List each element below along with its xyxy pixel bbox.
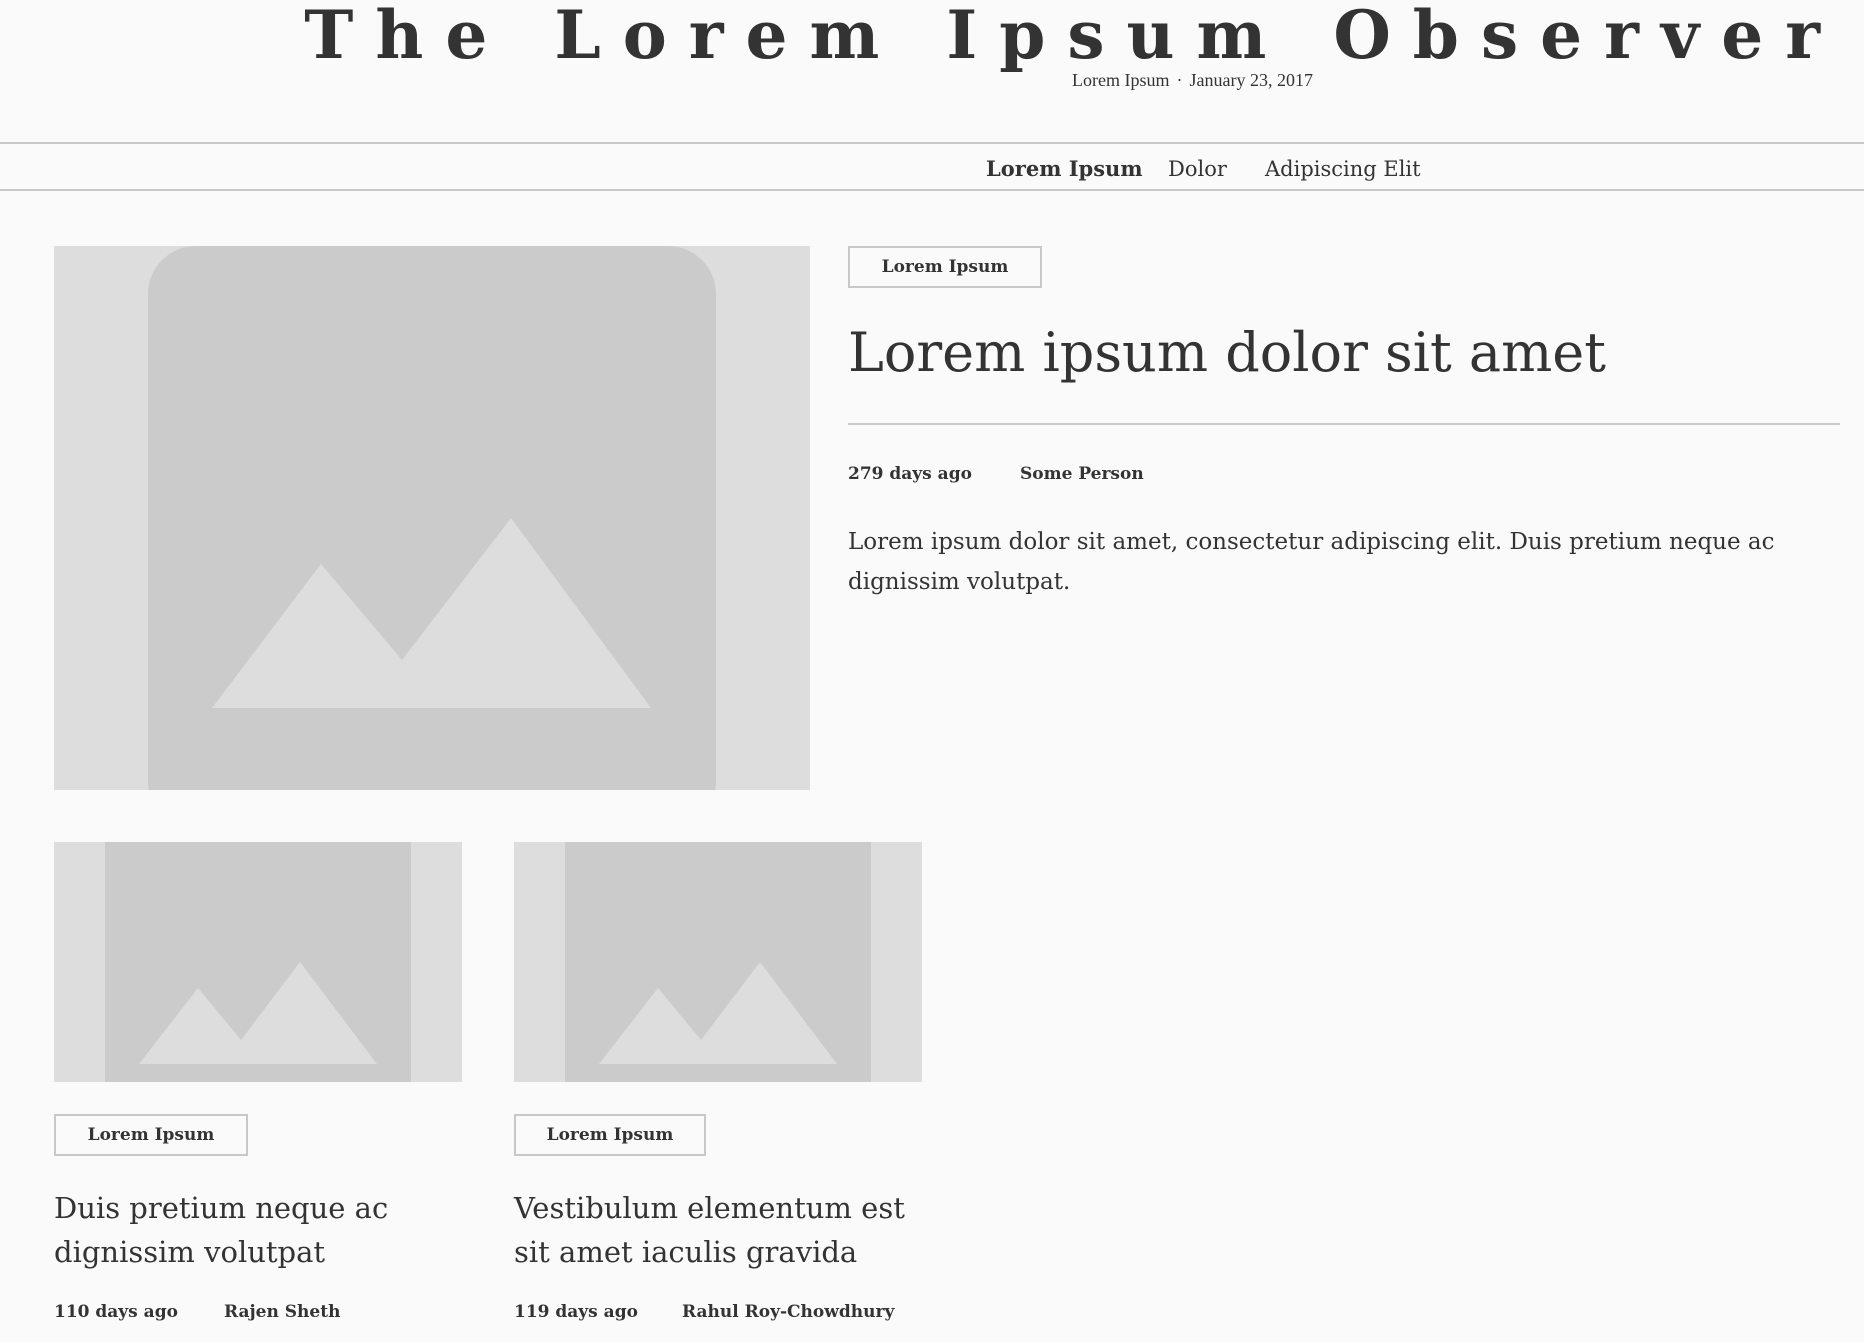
masthead: The Lorem Ipsum Observer Lorem Ipsum · Jan… xyxy=(0,0,1864,142)
masthead-separator: · xyxy=(1176,70,1183,90)
feature-divider xyxy=(848,423,1840,425)
nav-item-dolor[interactable]: Dolor xyxy=(1168,157,1227,181)
feature-image[interactable] xyxy=(54,246,810,790)
card-age: 110 days ago xyxy=(54,1302,178,1322)
feature-title[interactable]: Lorem ipsum dolor sit amet xyxy=(848,318,1606,388)
nav-item-lorem-ipsum[interactable]: Lorem Ipsum xyxy=(986,157,1143,181)
feature-age: 279 days ago xyxy=(848,464,972,484)
feature-tag[interactable]: Lorem Ipsum xyxy=(848,246,1042,288)
card-tag[interactable]: Lorem Ipsum xyxy=(514,1114,706,1156)
image-placeholder-icon xyxy=(565,842,871,1082)
image-placeholder-icon xyxy=(105,842,411,1082)
site-title[interactable]: The Lorem Ipsum Observer xyxy=(304,0,1842,72)
card-author[interactable]: Rahul Roy-Chowdhury xyxy=(682,1302,894,1322)
card-author[interactable]: Rajen Sheth xyxy=(224,1302,340,1322)
card-image[interactable] xyxy=(514,842,922,1082)
feature-excerpt: Lorem ipsum dolor sit amet, consectetur … xyxy=(848,529,1775,595)
masthead-subline: Lorem Ipsum · January 23, 2017 xyxy=(1072,70,1313,90)
nav-item-adipiscing-elit[interactable]: Adipiscing Elit xyxy=(1265,157,1421,181)
card-title[interactable]: Vestibulum elementum est sit amet iaculi… xyxy=(514,1186,934,1274)
card-title[interactable]: Duis pretium neque ac dignissim volutpat xyxy=(54,1186,474,1274)
card-image[interactable] xyxy=(54,842,462,1082)
section-nav: Lorem Ipsum Dolor Adipiscing Elit xyxy=(0,142,1864,191)
masthead-date: January 23, 2017 xyxy=(1189,70,1313,90)
masthead-section[interactable]: Lorem Ipsum xyxy=(1072,70,1169,90)
card-age: 119 days ago xyxy=(514,1302,638,1322)
card-tag[interactable]: Lorem Ipsum xyxy=(54,1114,248,1156)
feature-author[interactable]: Some Person xyxy=(1020,464,1144,484)
image-placeholder-icon xyxy=(148,246,716,790)
